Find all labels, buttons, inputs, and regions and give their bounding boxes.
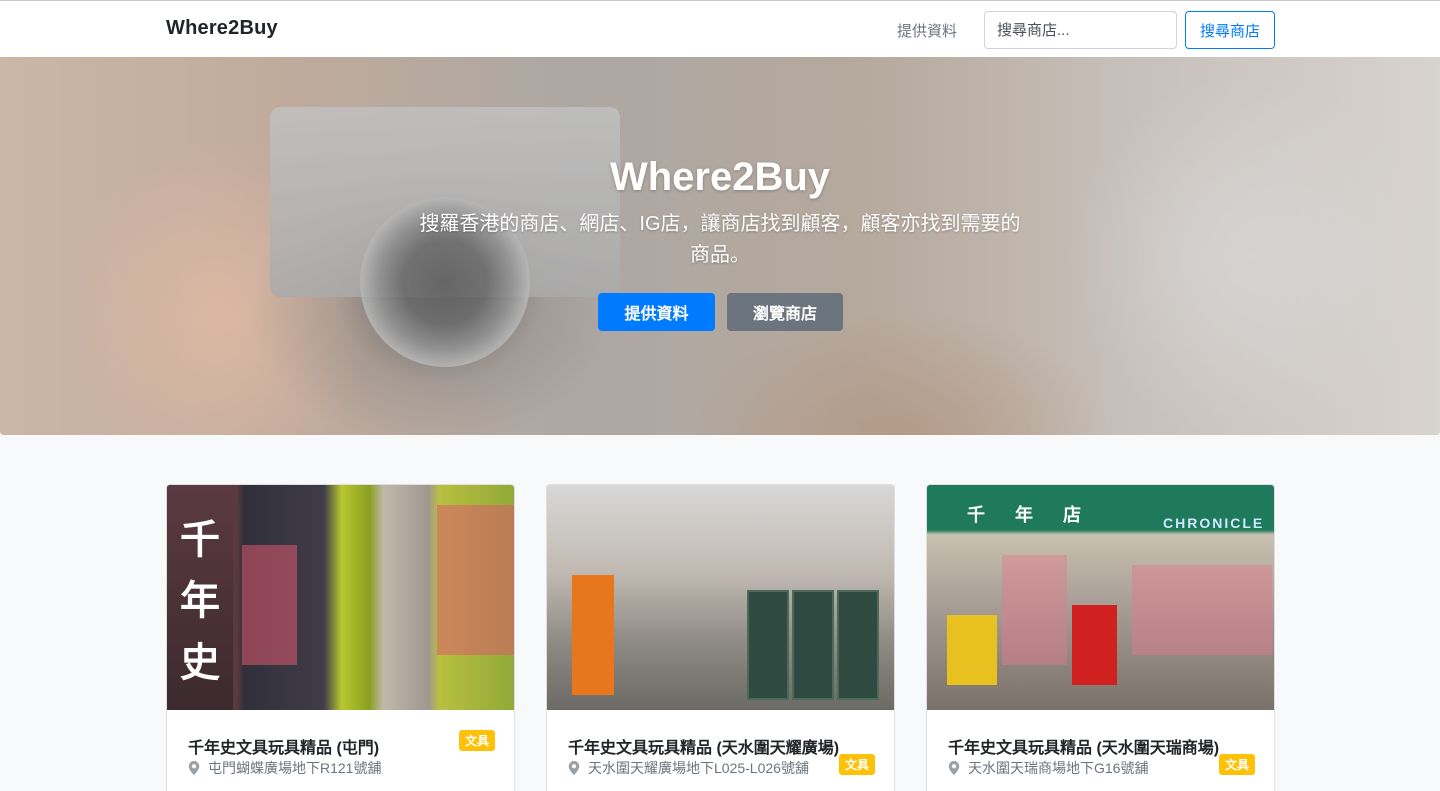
shop-card[interactable]: 千 年 史 千年史文具玩具精品 (屯門) 文具 屯門蝴蝶廣場地下R121號舖 (166, 484, 515, 791)
shelf-shape (242, 545, 297, 665)
shop-photo[interactable]: 千年店 CHRONICLE (927, 485, 1274, 710)
map-pin-icon (568, 761, 580, 775)
submit-info-button[interactable]: 提供資料 (598, 293, 715, 331)
hero-title: Where2Buy (609, 155, 831, 199)
machine-shape (747, 590, 789, 700)
shop-photo[interactable] (547, 485, 894, 710)
shop-card[interactable]: 千年史文具玩具精品 (天水圍天耀廣場) 文具 天水圍天耀廣場地下L025-L02… (546, 484, 895, 791)
shop-card[interactable]: 千年店 CHRONICLE 千年史文具玩具精品 (天水圍天瑞商場) 文具 天水圍… (926, 484, 1275, 791)
shop-sign-char: 千 (180, 516, 220, 563)
brand-logo[interactable]: Where2Buy (166, 17, 278, 40)
shop-sign: 千年店 (967, 505, 1111, 526)
shop-title[interactable]: 千年史文具玩具精品 (天水圍天瑞商場) (948, 734, 1219, 758)
shop-address-text: 天水圍天耀廣場地下L025-L026號舖 (588, 760, 809, 776)
hero-banner: Where2Buy 搜羅香港的商店、網店、IG店，讓商店找到顧客，顧客亦找到需要… (0, 57, 1440, 435)
machine-shape (837, 590, 879, 700)
shop-title[interactable]: 千年史文具玩具精品 (天水圍天耀廣場) (568, 734, 839, 758)
shop-address-text: 屯門蝴蝶廣場地下R121號舖 (208, 760, 382, 776)
search-input[interactable] (984, 11, 1177, 49)
category-badge: 文具 (1219, 754, 1256, 775)
category-badge: 文具 (839, 754, 876, 775)
shop-address: 天水圍天耀廣場地下L025-L026號舖 (568, 758, 809, 778)
shop-photo[interactable]: 千 年 史 (167, 485, 514, 710)
map-pin-icon (948, 761, 960, 775)
navbar: Where2Buy 提供資料 搜尋商店 (0, 0, 1440, 57)
machine-shape (1072, 605, 1117, 685)
machine-shape (792, 590, 834, 700)
shelf-shape (437, 505, 514, 655)
shop-sign: 千 年 史 (167, 485, 233, 710)
shop-address: 屯門蝴蝶廣場地下R121號舖 (188, 758, 381, 778)
search-button[interactable]: 搜尋商店 (1185, 11, 1275, 49)
shop-sign-english: CHRONICLE (1163, 515, 1265, 531)
nav-link-submit-info[interactable]: 提供資料 (897, 20, 957, 41)
shop-title[interactable]: 千年史文具玩具精品 (屯門) (188, 734, 379, 758)
shop-address-text: 天水圍天瑞商場地下G16號舖 (968, 760, 1149, 776)
category-badge: 文具 (459, 730, 496, 751)
hero-subtitle: 搜羅香港的商店、網店、IG店，讓商店找到顧客，顧客亦找到需要的商品。 (419, 213, 1021, 266)
map-pin-icon (188, 761, 200, 775)
machine-shape (947, 615, 997, 685)
shop-sign-char: 史 (180, 640, 220, 687)
shop-address: 天水圍天瑞商場地下G16號舖 (948, 758, 1148, 778)
shop-sign-char: 年 (180, 578, 220, 625)
browse-shops-button[interactable]: 瀏覽商店 (727, 293, 843, 331)
shelf-shape (1002, 555, 1067, 665)
shelf-shape (1132, 565, 1272, 655)
shelf-shape (572, 575, 614, 695)
